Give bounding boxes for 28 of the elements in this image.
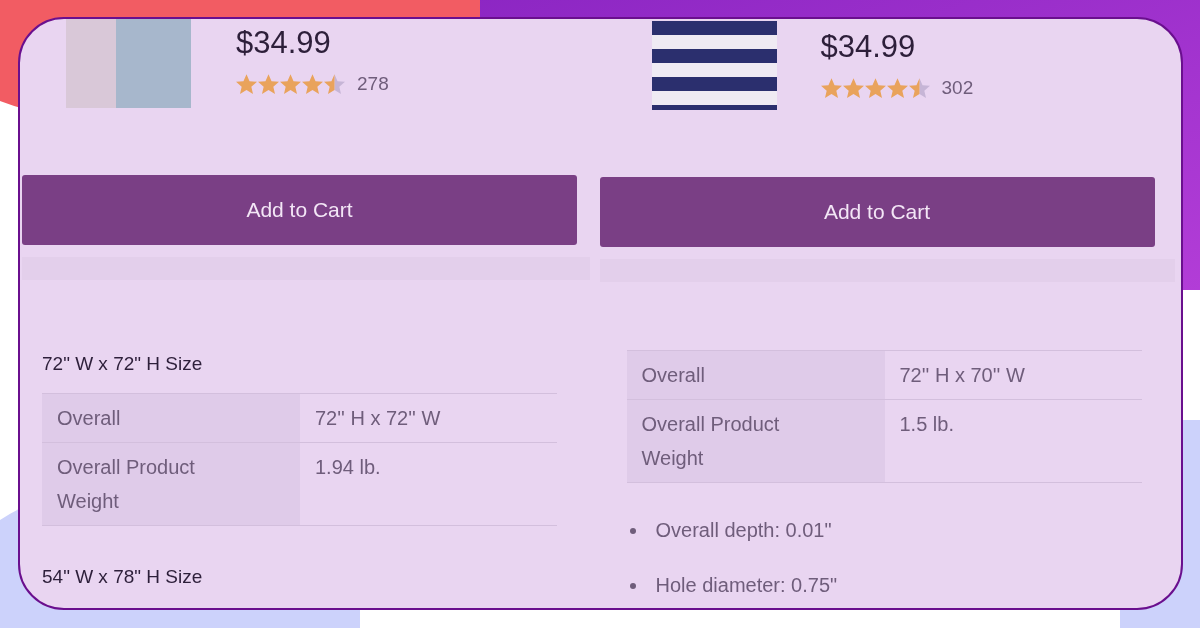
spec-value: 72'' H x 72'' W xyxy=(300,393,557,443)
spec-value: 1.5 lb. xyxy=(884,399,1142,483)
star-icon xyxy=(864,77,886,99)
star-icon xyxy=(280,73,301,95)
spec-label: Overall Product Weight xyxy=(626,399,885,483)
add-to-cart-button[interactable]: Add to Cart xyxy=(22,175,577,245)
product-price: $34.99 xyxy=(820,29,917,65)
add-to-cart-button[interactable]: Add to Cart xyxy=(599,177,1155,247)
spec-label: Overall xyxy=(626,350,885,400)
spec-value: 72'' H x 70'' W xyxy=(884,350,1142,400)
half-star-icon xyxy=(324,73,345,95)
star-icon xyxy=(236,73,257,95)
star-icon xyxy=(258,73,279,95)
review-count: 302 xyxy=(941,77,974,99)
star-icon xyxy=(842,77,864,99)
bullet-icon xyxy=(629,582,636,589)
size-heading: 54" W x 78" H Size xyxy=(42,566,204,588)
half-star-icon xyxy=(908,77,930,99)
review-count: 278 xyxy=(357,73,389,95)
spec-value: 1.94 lb. xyxy=(300,442,557,526)
product-price: $34.99 xyxy=(236,25,332,61)
spec-label: Overall Product Weight xyxy=(42,442,300,526)
star-icon xyxy=(820,77,842,99)
size-heading: 72" W x 72" H Size xyxy=(42,353,204,375)
bullet-icon xyxy=(629,527,636,534)
spec-bullet: Hole diameter: 0.75" xyxy=(655,574,838,597)
spec-label: Overall xyxy=(42,393,300,443)
spec-bullet: Overall depth: 0.01" xyxy=(655,519,832,542)
